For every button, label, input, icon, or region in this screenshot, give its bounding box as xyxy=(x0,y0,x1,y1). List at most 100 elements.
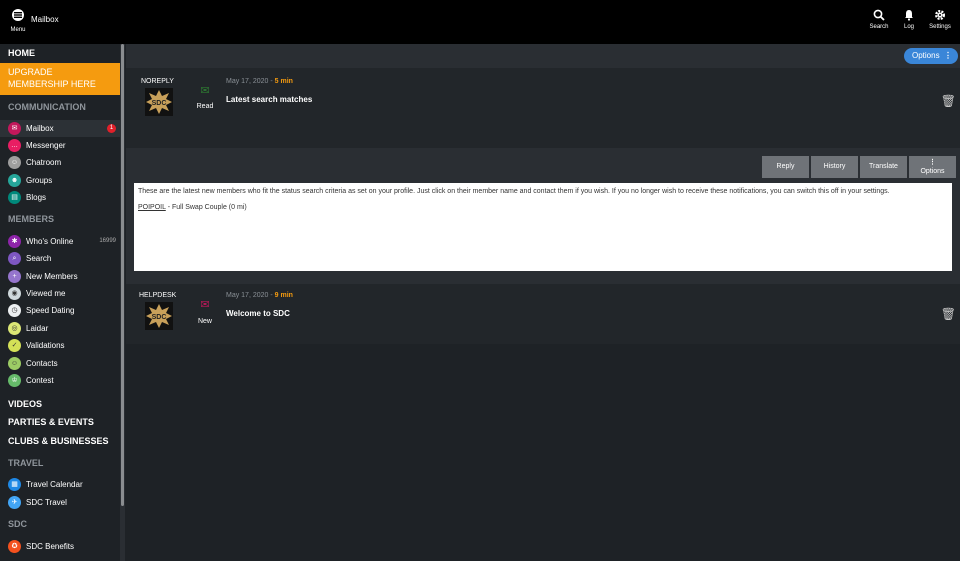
sidebar-item-blogs[interactable]: ▤ Blogs xyxy=(0,189,120,206)
sidebar-scrollbar-thumb[interactable] xyxy=(121,44,124,506)
checkmark-icon: ✓ xyxy=(8,339,21,352)
sidebar-item-validations[interactable]: ✓ Validations xyxy=(0,337,120,354)
top-bar: Menu Mailbox Search Log Settings xyxy=(0,0,960,44)
sidebar-item-speed-dating[interactable]: ◷ Speed Dating xyxy=(0,302,120,319)
sidebar-item-mailbox[interactable]: ✉ Mailbox 1 xyxy=(0,120,120,137)
sidebar-item-contacts[interactable]: ☺ Contacts xyxy=(0,355,120,372)
app-title: Mailbox xyxy=(31,15,59,24)
location-pin-icon: ◎ xyxy=(8,322,21,335)
section-sdc: SDC xyxy=(8,519,28,529)
message-sender: NOREPLY xyxy=(141,78,174,85)
sidebar-item-label: Mailbox xyxy=(26,124,54,133)
message-options-button[interactable]: ⋮ Options xyxy=(909,156,956,178)
upgrade-membership-link[interactable]: UPGRADE MEMBERSHIP HERE xyxy=(0,63,120,95)
message-date-text: May 17, 2020 - xyxy=(226,78,275,85)
message-subject[interactable]: Welcome to SDC xyxy=(226,309,290,318)
sidebar-item-laidar[interactable]: ◎ Laidar xyxy=(0,320,120,337)
chatroom-icon: ☺ xyxy=(8,156,21,169)
options-bar: Options ⋮ xyxy=(126,44,960,68)
message-date: May 17, 2020 - 9 min xyxy=(226,292,293,299)
mailbox-icon: ✉ xyxy=(8,122,21,135)
message-options-label: Options xyxy=(920,168,945,175)
search-icon xyxy=(873,9,885,21)
main-content: Options ⋮ NOREPLY SDC ✉ Read May 17, 202… xyxy=(126,44,960,561)
sidebar-item-sdc-travel[interactable]: ✈ SDC Travel xyxy=(0,494,120,511)
sdc-logo-icon: SDC xyxy=(146,90,172,114)
sidebar-item-label: New Members xyxy=(26,272,78,281)
sidebar-videos[interactable]: VIDEOS xyxy=(0,395,120,413)
menu-icon xyxy=(12,9,24,21)
gear-icon xyxy=(935,10,945,20)
sidebar-clubs-businesses[interactable]: CLUBS & BUSINESSES xyxy=(0,432,120,450)
sidebar-item-sdc-benefits[interactable]: ✪ SDC Benefits xyxy=(0,538,120,555)
trophy-icon: ♔ xyxy=(8,374,21,387)
sidebar-item-whos-online[interactable]: ✱ Who's Online 16999 xyxy=(0,233,120,250)
envelope-icon: ✉ xyxy=(200,299,210,311)
settings-button[interactable]: Settings xyxy=(927,9,953,30)
message-row[interactable]: HELPDESK SDC ✉ New May 17, 2020 - 9 min … xyxy=(126,284,960,344)
options-label: Options xyxy=(912,51,940,60)
menu-button[interactable]: Menu xyxy=(8,8,28,33)
sidebar-item-label: Contest xyxy=(26,376,54,385)
translate-button[interactable]: Translate xyxy=(860,156,907,178)
sidebar-item-label: Speed Dating xyxy=(26,306,75,315)
search-icon: ⌕ xyxy=(8,252,21,265)
calendar-icon: ▦ xyxy=(8,478,21,491)
section-members: MEMBERS xyxy=(8,214,55,224)
airplane-icon: ✈ xyxy=(8,496,21,509)
avatar: SDC xyxy=(145,302,173,330)
sidebar-item-label: Contacts xyxy=(26,359,58,368)
sidebar-item-label: Viewed me xyxy=(26,289,66,298)
benefits-icon: ✪ xyxy=(8,540,21,553)
kebab-icon: ⋮ xyxy=(944,51,952,60)
message-body-text: These are the latest new members who fit… xyxy=(138,188,890,195)
sidebar-item-chatroom[interactable]: ☺ Chatroom xyxy=(0,154,120,171)
sidebar-item-travel-calendar[interactable]: ▦ Travel Calendar xyxy=(0,476,120,493)
trash-icon[interactable]: 🗑 xyxy=(941,307,956,321)
sidebar-item-groups[interactable]: ☻ Groups xyxy=(0,172,120,189)
search-button[interactable]: Search xyxy=(866,9,892,30)
avatar-text: SDC xyxy=(152,100,167,107)
options-button[interactable]: Options ⋮ xyxy=(904,48,958,64)
message-status: New xyxy=(197,318,212,325)
sidebar-item-messenger[interactable]: … Messenger xyxy=(0,137,120,154)
search-label: Search xyxy=(869,24,889,30)
sdc-logo-icon: SDC xyxy=(146,304,172,328)
sidebar-item-label: Blogs xyxy=(26,193,47,202)
message-row[interactable]: NOREPLY SDC ✉ Read May 17, 2020 - 5 min … xyxy=(126,68,960,148)
sidebar-parties-events[interactable]: PARTIES & EVENTS xyxy=(0,413,120,431)
history-button[interactable]: History xyxy=(811,156,858,178)
log-label: Log xyxy=(903,24,914,30)
section-communication: COMMUNICATION xyxy=(8,102,86,112)
sidebar-item-label: Groups xyxy=(26,176,53,185)
message-date-text: May 17, 2020 - xyxy=(226,292,275,299)
sidebar-item-label: Chatroom xyxy=(26,158,62,167)
member-entry: POIPOIL - Full Swap Couple (0 mi) xyxy=(138,203,948,213)
sidebar-item-new-members[interactable]: + New Members xyxy=(0,268,120,285)
reply-button[interactable]: Reply xyxy=(762,156,809,178)
online-icon: ✱ xyxy=(8,235,21,248)
message-sender: HELPDESK xyxy=(139,292,177,299)
sidebar-item-label: Search xyxy=(26,254,52,263)
kebab-icon: ⋮ xyxy=(929,159,936,166)
chat-bubble-icon: … xyxy=(8,139,21,152)
message-date: May 17, 2020 - 5 min xyxy=(226,78,293,85)
message-subject[interactable]: Latest search matches xyxy=(226,95,312,104)
blog-icon: ▤ xyxy=(8,191,21,204)
settings-label: Settings xyxy=(929,24,951,30)
sidebar-item-label: SDC Travel xyxy=(26,498,67,507)
sidebar-home[interactable]: HOME xyxy=(0,44,120,62)
member-name-link[interactable]: POIPOIL xyxy=(138,204,166,211)
sidebar-item-search[interactable]: ⌕ Search xyxy=(0,250,120,267)
message-age: 9 min xyxy=(274,292,293,299)
sidebar-item-contest[interactable]: ♔ Contest xyxy=(0,372,120,389)
sidebar-item-viewed-me[interactable]: ◉ Viewed me xyxy=(0,285,120,302)
trash-icon[interactable]: 🗑 xyxy=(941,94,956,108)
message-age: 5 min xyxy=(274,78,293,85)
sidebar-item-label: Messenger xyxy=(26,141,66,150)
section-travel: TRAVEL xyxy=(8,458,44,468)
plus-icon: + xyxy=(8,270,21,283)
sidebar: HOME UPGRADE MEMBERSHIP HERE COMMUNICATI… xyxy=(0,44,120,561)
log-button[interactable]: Log xyxy=(896,9,922,30)
message-status: Read xyxy=(196,103,214,110)
